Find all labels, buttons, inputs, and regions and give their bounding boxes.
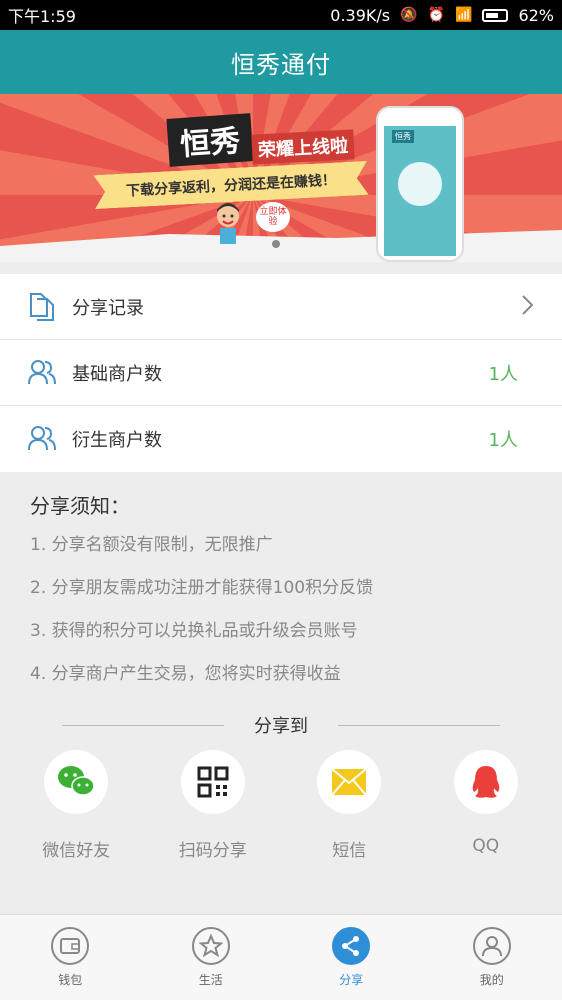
users-icon — [26, 357, 58, 389]
notice-item: 3. 获得的积分可以兑换礼品或升级会员账号 — [30, 621, 358, 641]
menu-item-label: 衍生商户数 — [72, 430, 162, 451]
banner-slogan: 荣耀上线啦 — [251, 129, 355, 165]
wallet-icon — [51, 927, 90, 965]
star-icon — [191, 927, 230, 965]
status-right: 0.39K/s 🔕 ⏰ 📶 62% — [330, 6, 554, 25]
user-icon — [472, 927, 511, 965]
share-menu: 分享记录 基础商户数 1人 衍生商户数 1人 — [0, 274, 562, 472]
bottom-tab-bar: 钱包 生活 分享 我的 — [0, 914, 562, 1000]
status-bar: 下午1:59 0.39K/s 🔕 ⏰ 📶 62% — [0, 0, 562, 30]
merchant-count: 1人 — [488, 363, 518, 385]
mute-icon: 🔕 — [400, 7, 418, 23]
merchant-count: 1人 — [488, 430, 518, 451]
share-label: 微信好友 — [42, 841, 111, 861]
tab-mine[interactable]: 我的 — [422, 915, 562, 1000]
tab-wallet[interactable]: 钱包 — [0, 915, 141, 1000]
tab-label: 生活 — [198, 973, 223, 987]
page-title: 恒秀通付 — [231, 50, 331, 79]
status-time: 下午1:59 — [8, 7, 76, 26]
share-icon — [332, 927, 371, 965]
notice-item: 1. 分享名额没有限制，无限推广 — [30, 535, 273, 555]
battery-percent: 62% — [518, 5, 554, 25]
share-heading-text: 分享到 — [254, 716, 308, 737]
envelope-icon — [317, 750, 382, 814]
mascot-icon — [217, 203, 239, 244]
notice-item: 2. 分享朋友需成功注册才能获得100积分反馈 — [30, 578, 374, 598]
network-speed: 0.39K/s — [330, 5, 391, 25]
phone-tag: 恒秀 — [392, 130, 414, 143]
phone-screen: 恒秀 — [384, 126, 456, 256]
share-heading: 分享到 — [62, 712, 500, 738]
tab-label: 我的 — [479, 973, 504, 987]
wechat-icon — [44, 750, 109, 814]
alarm-icon: ⏰ — [427, 7, 445, 23]
notice-title: 分享须知： — [30, 494, 130, 518]
divider — [338, 724, 500, 726]
tab-label: 钱包 — [58, 973, 83, 987]
share-qq-button[interactable]: QQ — [421, 750, 551, 861]
tab-share[interactable]: 分享 — [281, 915, 422, 1000]
banner-phone: 恒秀 — [376, 106, 464, 262]
qq-icon — [453, 750, 518, 814]
menu-item-derived-merchants[interactable]: 衍生商户数 1人 — [0, 406, 562, 472]
banner-logo: 恒秀 — [166, 113, 254, 167]
phone-circle — [398, 162, 442, 206]
wifi-icon: 📶 — [455, 7, 473, 23]
tab-label: 分享 — [339, 973, 364, 987]
share-label: QQ — [472, 836, 500, 856]
notice-item: 4. 分享商户产生交易，您将实时获得收益 — [30, 664, 341, 684]
banner-bubble[interactable]: 立即体验 — [256, 202, 290, 232]
menu-item-label: 分享记录 — [72, 297, 144, 319]
share-wechat-button[interactable]: 微信好友 — [11, 750, 141, 861]
tab-life[interactable]: 生活 — [141, 915, 282, 1000]
share-label: 扫码分享 — [178, 841, 247, 861]
share-sms-button[interactable]: 短信 — [284, 750, 414, 861]
carousel-indicator[interactable] — [272, 240, 280, 248]
qrcode-icon — [180, 750, 245, 814]
share-notice: 分享须知： 1. 分享名额没有限制，无限推广 2. 分享朋友需成功注册才能获得1… — [0, 472, 562, 709]
chevron-right-icon — [520, 294, 534, 320]
users-icon — [26, 423, 58, 455]
title-bar: 恒秀通付 — [0, 30, 562, 94]
menu-item-share-records[interactable]: 分享记录 — [0, 274, 562, 340]
battery-icon — [482, 8, 509, 22]
divider — [62, 724, 224, 726]
share-targets: 微信好友 扫码分享 短信 QQ — [0, 750, 562, 861]
share-label: 短信 — [332, 841, 367, 861]
document-icon — [26, 291, 58, 323]
promo-banner[interactable]: 恒秀 荣耀上线啦 下载分享返利，分润还是在赚钱！ 立即体验 恒秀 — [0, 94, 562, 262]
menu-item-base-merchants[interactable]: 基础商户数 1人 — [0, 340, 562, 406]
share-qrcode-button[interactable]: 扫码分享 — [148, 750, 278, 861]
menu-item-label: 基础商户数 — [72, 363, 162, 385]
